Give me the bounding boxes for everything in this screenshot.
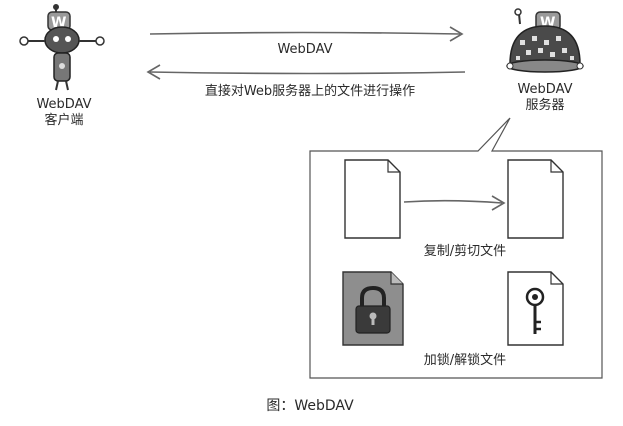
robot-server-icon: W <box>506 8 584 73</box>
response-arrow <box>146 64 466 80</box>
robot-client-icon: W <box>19 4 105 91</box>
request-arrow <box>149 26 464 42</box>
key-icon <box>507 271 564 346</box>
copy-label: 复制/剪切文件 <box>423 244 507 259</box>
top-arrow-label: WebDAV <box>277 42 333 57</box>
lock-label: 加锁/解锁文件 <box>423 353 507 368</box>
server-label-line1: WebDAV <box>517 82 573 97</box>
document-icon <box>344 159 401 239</box>
document-icon <box>507 159 564 239</box>
server-label-line2: 服务器 <box>525 98 565 113</box>
figure-caption: 图：WebDAV <box>266 398 354 414</box>
bottom-arrow-label: 直接对Web服务器上的文件进行操作 <box>204 84 416 99</box>
client-label-line1: WebDAV <box>36 97 92 112</box>
client-label-line2: 客户端 <box>44 113 84 128</box>
server-label: WebDAV 服务器 <box>500 82 590 114</box>
padlock-icon <box>342 271 404 346</box>
client-label: WebDAV 客户端 <box>20 97 108 129</box>
